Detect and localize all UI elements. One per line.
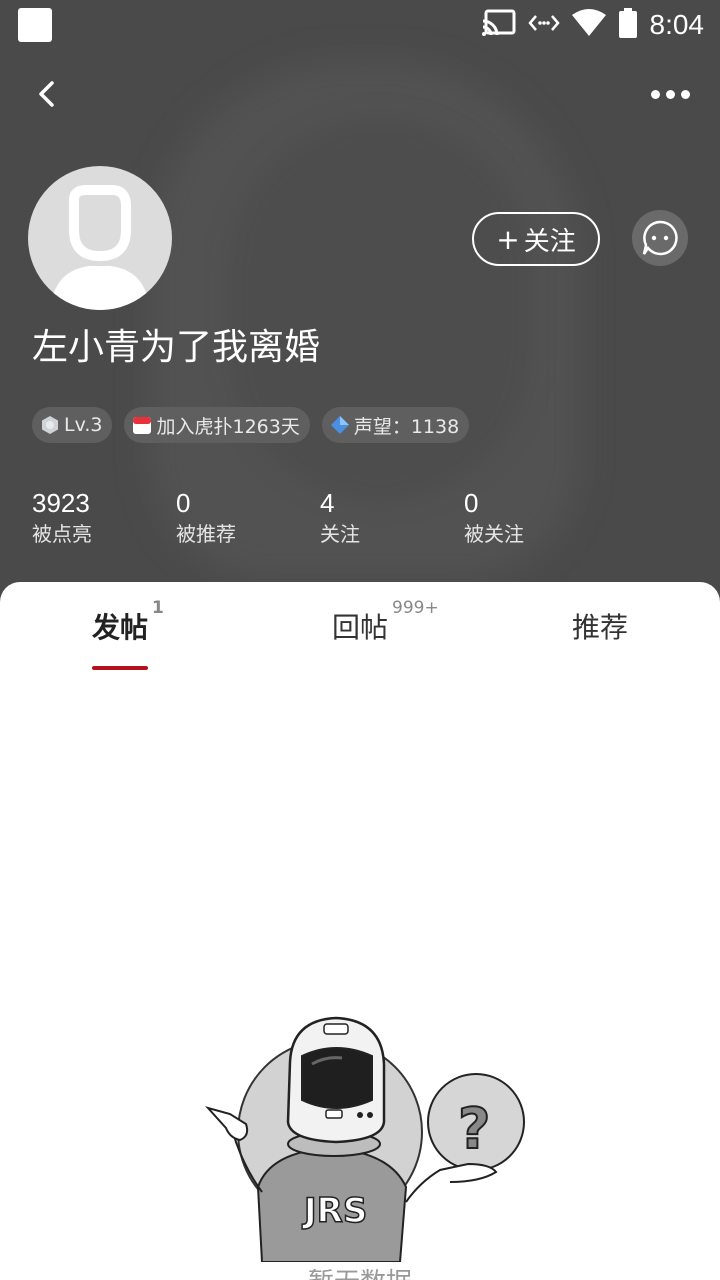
tab-label: 发帖	[92, 611, 149, 644]
stat-value: 4	[320, 488, 335, 518]
tab-recommended[interactable]: 推荐	[572, 606, 628, 646]
astronaut-empty-illustration: JRS ?	[204, 1016, 525, 1262]
active-tab-indicator	[92, 666, 148, 670]
tab-label: 推荐	[572, 611, 629, 644]
more-dot-icon	[680, 89, 690, 99]
badge-text: Lv.3	[64, 414, 103, 436]
badge-list: Lv.3 加入虎扑1263天 声望：1138	[32, 407, 470, 443]
tab-replies[interactable]: 回帖 999+	[332, 598, 439, 646]
status-icons: 8:04	[481, 6, 705, 44]
status-time: 8:04	[649, 9, 705, 40]
wifi-icon	[571, 9, 606, 41]
battery-icon	[618, 8, 638, 42]
stat-lit[interactable]: 3923 被点亮	[32, 486, 176, 548]
profile-header: 8:04 + 关注 左小青为了我离婚 Lv.3 加入虎扑1263天 声望：113…	[0, 0, 720, 620]
join-days-badge: 加入虎扑1263天	[124, 407, 310, 443]
tab-count: 1	[152, 598, 164, 618]
back-button[interactable]	[24, 72, 68, 116]
stat-recommended[interactable]: 0 被推荐	[176, 486, 320, 548]
badge-text: 声望：1138	[353, 415, 460, 438]
stat-value: 0	[464, 488, 479, 518]
more-dot-icon	[650, 89, 660, 99]
prestige-badge: 声望：1138	[321, 407, 470, 443]
calendar-icon	[133, 417, 152, 434]
svg-text:?: ?	[458, 1097, 490, 1162]
tab-count: 999+	[392, 598, 439, 618]
stat-label: 被关注	[464, 522, 524, 546]
stat-label: 被点亮	[32, 522, 92, 546]
stat-value: 0	[176, 488, 191, 518]
svg-text:JRS: JRS	[302, 1191, 367, 1231]
cast-icon	[481, 9, 516, 41]
chevron-left-icon	[39, 81, 54, 107]
username: 左小青为了我离婚	[32, 327, 321, 368]
stat-following[interactable]: 4 关注	[320, 486, 464, 548]
more-options-button[interactable]	[640, 72, 700, 116]
follow-button[interactable]: + 关注	[472, 212, 600, 266]
stat-followers[interactable]: 0 被关注	[464, 486, 608, 548]
empty-state-text: 暂无数据	[0, 1262, 720, 1280]
content-panel: 发帖 1 回帖 999+ 推荐 JRS ? 暂无数据	[0, 582, 720, 1280]
level-badge: Lv.3	[32, 407, 113, 443]
header-background-blur-inner	[230, 120, 530, 500]
stat-label: 关注	[320, 522, 360, 546]
message-button[interactable]	[632, 210, 688, 266]
avatar[interactable]	[28, 166, 172, 310]
stat-value: 3923	[32, 488, 90, 518]
follow-label: 关注	[523, 226, 576, 257]
status-bar: 8:04	[0, 0, 720, 50]
data-transfer-icon	[527, 13, 560, 37]
tab-posts[interactable]: 发帖 1	[92, 598, 164, 646]
stat-label: 被推荐	[176, 522, 236, 546]
stats-row: 3923 被点亮 0 被推荐 4 关注 0 被关注	[32, 486, 608, 548]
prestige-diamond-icon	[330, 416, 349, 434]
default-avatar-icon	[50, 185, 150, 310]
chat-bubble-icon	[642, 220, 678, 256]
level-shield-icon	[42, 416, 58, 434]
badge-text: 加入虎扑1263天	[156, 415, 300, 438]
more-dot-icon	[665, 89, 675, 99]
tab-bar: 发帖 1 回帖 999+ 推荐	[0, 582, 720, 672]
plus-icon: +	[496, 222, 520, 256]
notification-icon	[18, 8, 52, 42]
tab-label: 回帖	[332, 611, 389, 644]
